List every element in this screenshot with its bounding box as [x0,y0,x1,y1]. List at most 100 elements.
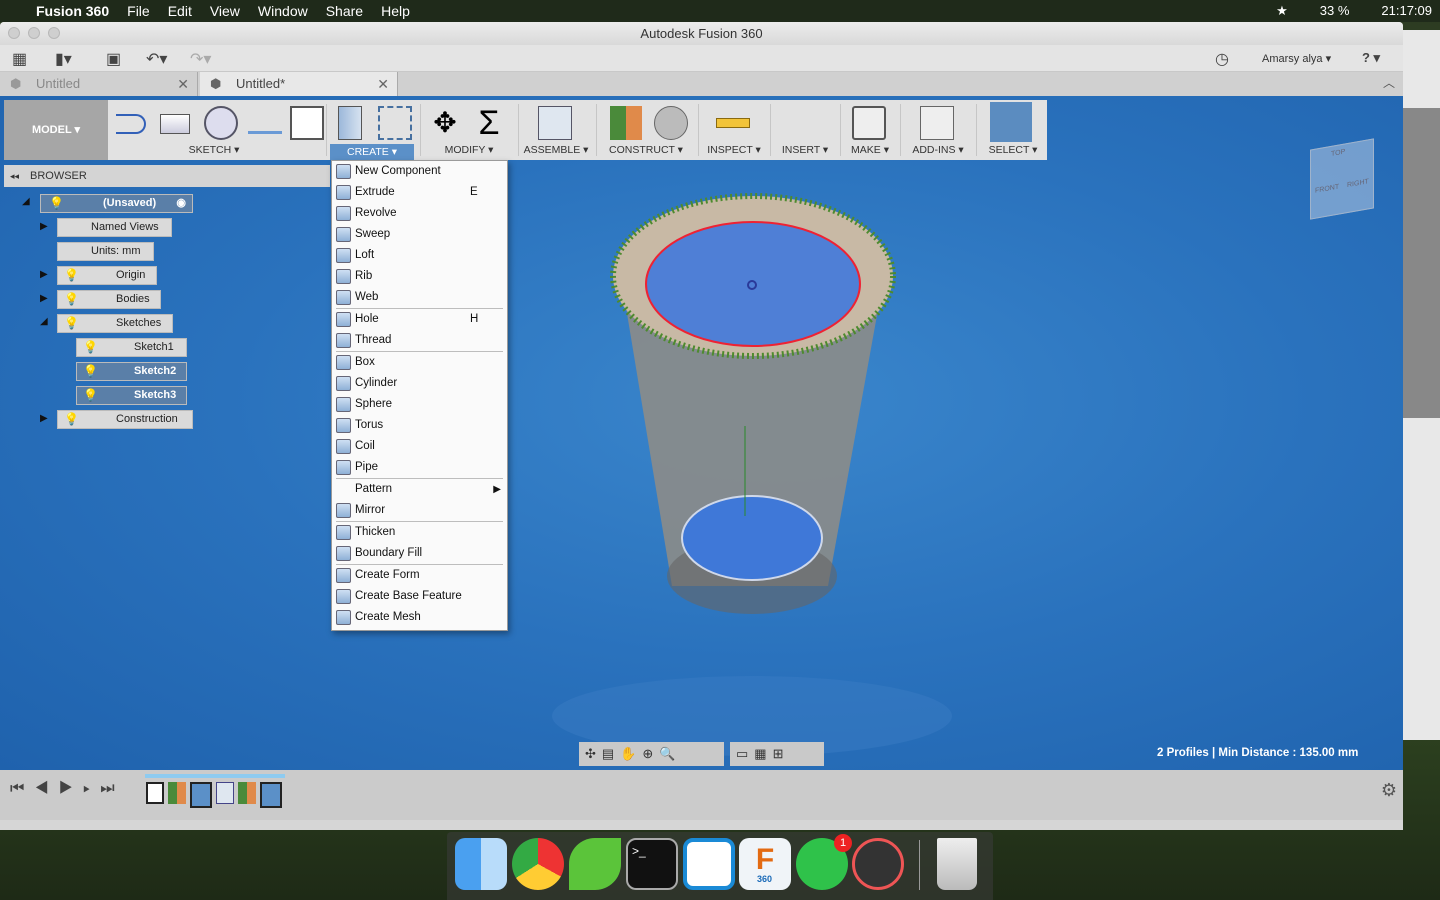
menu-item-mirror[interactable]: Mirror [332,500,507,521]
whatsapp-icon[interactable]: 1 [796,834,852,890]
timeline-range[interactable] [145,774,285,778]
tab-untitled-active[interactable]: ⬢ Untitled* ✕ [200,72,398,96]
menu-item-pattern[interactable]: Pattern ▶ [332,479,507,500]
menu-item-box[interactable]: Box [332,352,507,373]
display-settings-icon[interactable]: ▭ [736,746,754,761]
user-account-menu[interactable]: Amarsy alya ▾ [1262,52,1331,65]
measure-icon[interactable] [716,118,750,128]
create-menu[interactable]: CREATE ▾ [330,144,414,160]
menu-window[interactable]: Window [258,3,308,19]
menu-item-hole[interactable]: Hole H [332,309,507,330]
help-menu[interactable]: ? ▾ [1362,50,1380,66]
play-icon[interactable]: ▶ [59,780,83,797]
create-sketch-icon[interactable] [290,106,324,140]
expand-triangle-icon[interactable]: ▶ [40,293,48,304]
modify-menu[interactable]: MODIFY ▾ [422,144,516,156]
undo-icon[interactable]: ↶▾ [146,49,167,69]
menu-item-create-form[interactable]: Create Form [332,565,507,586]
visibility-bulb-icon[interactable]: 💡 [49,195,64,212]
clock[interactable]: 21:17:09 [1381,3,1432,19]
step-forward-icon[interactable]: ▸ [83,780,100,797]
file-menu-icon[interactable]: ▮▾ [55,49,72,69]
visibility-bulb-icon[interactable]: 💡 [83,339,98,356]
go-to-start-icon[interactable]: ⏮ [10,780,34,797]
visibility-bulb-icon[interactable]: 💡 [83,387,98,404]
minimize-window-button[interactable] [28,27,40,39]
menu-item-revolve[interactable]: Revolve [332,203,507,224]
tree-origin[interactable]: 💡 Origin [57,266,157,285]
timeline-loft-icon[interactable] [216,782,234,804]
look-at-icon[interactable]: ▤ [602,746,620,761]
menu-item-new-component[interactable]: New Component [332,161,507,182]
menu-item-torus[interactable]: Torus [332,415,507,436]
tree-sketch3[interactable]: 💡 Sketch3 [76,386,187,405]
sketch-menu[interactable]: SKETCH ▾ [164,144,264,156]
menu-item-thicken[interactable]: Thicken [332,522,507,543]
menu-item-coil[interactable]: Coil [332,436,507,457]
menu-item-create-mesh[interactable]: Create Mesh [332,607,507,628]
offset-plane-icon[interactable] [610,106,642,140]
sum-icon[interactable]: Σ [472,106,506,140]
chevron-up-icon[interactable]: ︿ [1383,74,1395,91]
close-tab-icon[interactable]: ✕ [177,72,189,96]
expand-triangle-icon[interactable]: ▶ [40,221,48,232]
circle-tool-icon[interactable] [204,106,238,140]
chrome-icon[interactable] [512,838,564,890]
timeline-settings-gear-icon[interactable]: ⚙ [1381,780,1397,801]
pan-icon[interactable]: ✋ [620,746,642,761]
insert-menu[interactable]: INSERT ▾ [774,144,836,156]
workspace-switcher[interactable]: MODEL ▾ [4,100,108,160]
menu-file[interactable]: File [127,3,150,19]
menu-item-sphere[interactable]: Sphere [332,394,507,415]
star-icon[interactable]: ★ [1276,3,1288,19]
expand-triangle-icon[interactable]: ▶ [40,413,48,424]
grid-icon[interactable]: ▦ [754,746,772,761]
trash-icon[interactable] [937,838,977,890]
expand-triangle-icon[interactable]: ◢ [40,316,48,327]
battery-status[interactable]: 33 % [1320,3,1350,19]
leaf-app-icon[interactable] [569,838,621,890]
tree-construction[interactable]: 💡 Construction [57,410,193,429]
job-status-icon[interactable]: ◷ [1215,49,1229,69]
canvas-viewport[interactable]: TOP FRONT RIGHT [0,96,1403,770]
menu-item-sweep[interactable]: Sweep [332,224,507,245]
tree-sketch2[interactable]: 💡 Sketch2 [76,362,187,381]
addins-menu[interactable]: ADD-INS ▾ [904,144,972,156]
construct-menu[interactable]: CONSTRUCT ▾ [600,144,692,156]
expand-triangle-icon[interactable]: ▶ [40,269,48,280]
tree-named-views[interactable]: Named Views [57,218,172,237]
extrude-icon[interactable] [338,106,362,140]
tree-bodies[interactable]: 💡 Bodies [57,290,161,309]
redo-icon[interactable]: ↷▾ [190,49,211,69]
new-component-icon[interactable] [538,106,572,140]
viewports-icon[interactable]: ⊞ [773,746,790,761]
zoom-icon[interactable]: ⊕ [642,746,659,761]
menu-item-create-base-feature[interactable]: Create Base Feature [332,586,507,607]
make-menu[interactable]: MAKE ▾ [844,144,896,156]
browser-header[interactable]: ◂◂ BROWSER [4,165,330,187]
timeline-plane-icon[interactable] [238,782,256,804]
menu-item-loft[interactable]: Loft [332,245,507,266]
timeline-plane-icon[interactable] [168,782,186,804]
save-icon[interactable]: ▣ [106,49,121,69]
pattern-icon[interactable] [378,106,412,140]
activate-radio-icon[interactable]: ◉ [176,195,186,212]
viewcube-front[interactable]: FRONT [1315,184,1339,195]
zoom-window-button[interactable] [48,27,60,39]
timeline-sketch-icon[interactable] [190,782,212,808]
scripts-addins-icon[interactable] [920,106,954,140]
tree-sketch1[interactable]: 💡 Sketch1 [76,338,187,357]
expand-triangle-icon[interactable]: ◢ [22,196,30,207]
menu-item-thread[interactable]: Thread [332,330,507,351]
menu-item-web[interactable]: Web [332,287,507,308]
move-icon[interactable]: ✥ [428,106,462,140]
visibility-bulb-icon[interactable]: 💡 [64,411,79,428]
finder-icon[interactable] [455,838,507,890]
xquartz-icon[interactable] [852,838,904,890]
timeline-sketch-icon[interactable] [146,782,164,804]
viewcube[interactable]: TOP FRONT RIGHT [1310,138,1374,220]
select-tool-icon[interactable] [990,102,1032,142]
assemble-menu[interactable]: ASSEMBLE ▾ [520,144,592,156]
menu-help[interactable]: Help [381,3,410,19]
menu-item-extrude[interactable]: Extrude E [332,182,507,203]
